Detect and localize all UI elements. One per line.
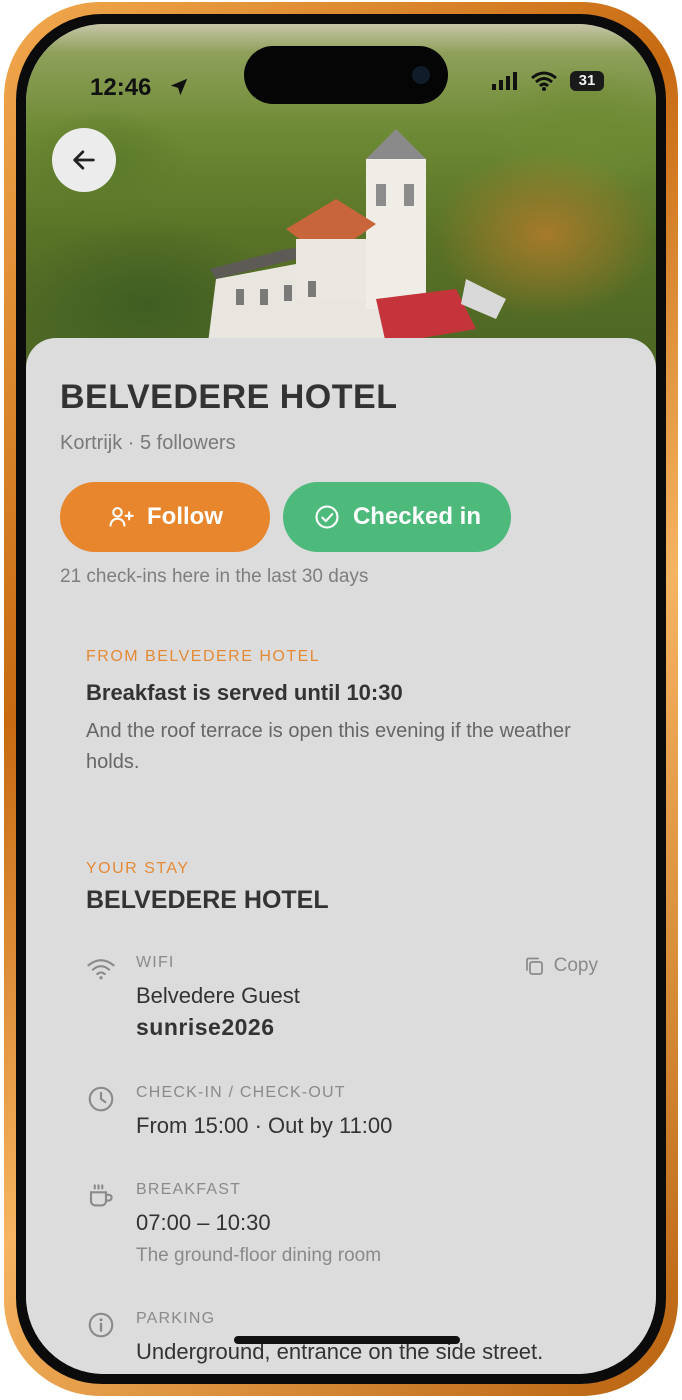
battery-icon: 31 (570, 71, 604, 91)
stay-title: BELVEDERE HOTEL (86, 886, 329, 914)
coffee-cup-icon (89, 1184, 113, 1207)
wifi-details: WIFI Belvedere Guest sunrise2026 (136, 954, 576, 1041)
stay-eyebrow: YOUR STAY (86, 860, 190, 877)
hotel-detail-sheet: BELVEDERE HOTEL Kortrijk · 5 followers F… (26, 338, 656, 1374)
breakfast-label: BREAKFAST (136, 1181, 242, 1198)
follow-button[interactable]: Follow (60, 482, 270, 552)
checked-in-label: Checked in (352, 503, 482, 530)
wifi-network: Belvedere Guest (136, 983, 300, 1008)
front-camera (412, 66, 430, 84)
announcement-eyebrow: FROM BELVEDERE HOTEL (86, 648, 321, 665)
check-in-out-row: CHECK-IN / CHECK-OUT From 15:00 · Out by… (86, 1084, 606, 1164)
parking-label: PARKING (136, 1310, 216, 1327)
user-plus-icon (109, 507, 134, 527)
phone-frame: 12:46 31 BELVEDERE HOTEL Kortrijk · 5 fo… (4, 2, 678, 1396)
wifi-label: WIFI (136, 954, 175, 971)
check-value: From 15:00 · Out by 11:00 (136, 1113, 393, 1138)
wifi-icon (87, 959, 115, 980)
announcement-body: And the roof terrace is open this evenin… (86, 720, 571, 773)
cellular-signal-icon (492, 72, 517, 90)
hotel-announcement: FROM BELVEDERE HOTEL Breakfast is served… (86, 648, 606, 778)
check-label: CHECK-IN / CHECK-OUT (136, 1084, 346, 1101)
copy-label: Copy (553, 955, 598, 976)
checked-in-button[interactable]: Checked in (283, 482, 511, 552)
screen: 12:46 31 BELVEDERE HOTEL Kortrijk · 5 fo… (26, 24, 656, 1374)
your-stay-section: YOUR STAY BELVEDERE HOTEL (86, 860, 606, 915)
hotel-name: BELVEDERE HOTEL (60, 378, 398, 416)
check-in-out-details: CHECK-IN / CHECK-OUT From 15:00 · Out by… (136, 1084, 576, 1142)
status-time: 12:46 (90, 74, 152, 101)
back-button[interactable] (52, 128, 116, 192)
dynamic-island (244, 46, 448, 104)
location-arrow-icon (170, 78, 188, 96)
wifi-row: WIFI Belvedere Guest sunrise2026 Copy (86, 954, 606, 1054)
check-circle-icon (315, 505, 339, 529)
breakfast-location: The ground-floor dining room (136, 1245, 382, 1266)
info-icon (88, 1312, 114, 1338)
status-indicators: 31 (492, 70, 604, 92)
copy-icon (525, 957, 543, 975)
wifi-password[interactable]: sunrise2026 (136, 1014, 576, 1041)
follow-label: Follow (147, 503, 223, 530)
breakfast-details: BREAKFAST 07:00 – 10:30 The ground-floor… (136, 1181, 576, 1267)
announcement-headline: Breakfast is served until 10:30 (86, 680, 403, 705)
hotel-subtitle: Kortrijk · 5 followers (60, 432, 236, 454)
breakfast-row: BREAKFAST 07:00 – 10:30 The ground-floor… (86, 1181, 606, 1291)
wifi-icon (531, 71, 557, 91)
breakfast-hours: 07:00 – 10:30 (136, 1210, 271, 1235)
home-indicator[interactable] (234, 1336, 460, 1344)
checkins-count: 21 check-ins here in the last 30 days (60, 566, 369, 587)
copy-button[interactable]: Copy (522, 954, 598, 978)
phone-bezel: 12:46 31 BELVEDERE HOTEL Kortrijk · 5 fo… (16, 14, 666, 1384)
castle-illustration (206, 129, 506, 359)
clock-icon (88, 1086, 114, 1112)
arrow-left-icon (73, 150, 95, 170)
